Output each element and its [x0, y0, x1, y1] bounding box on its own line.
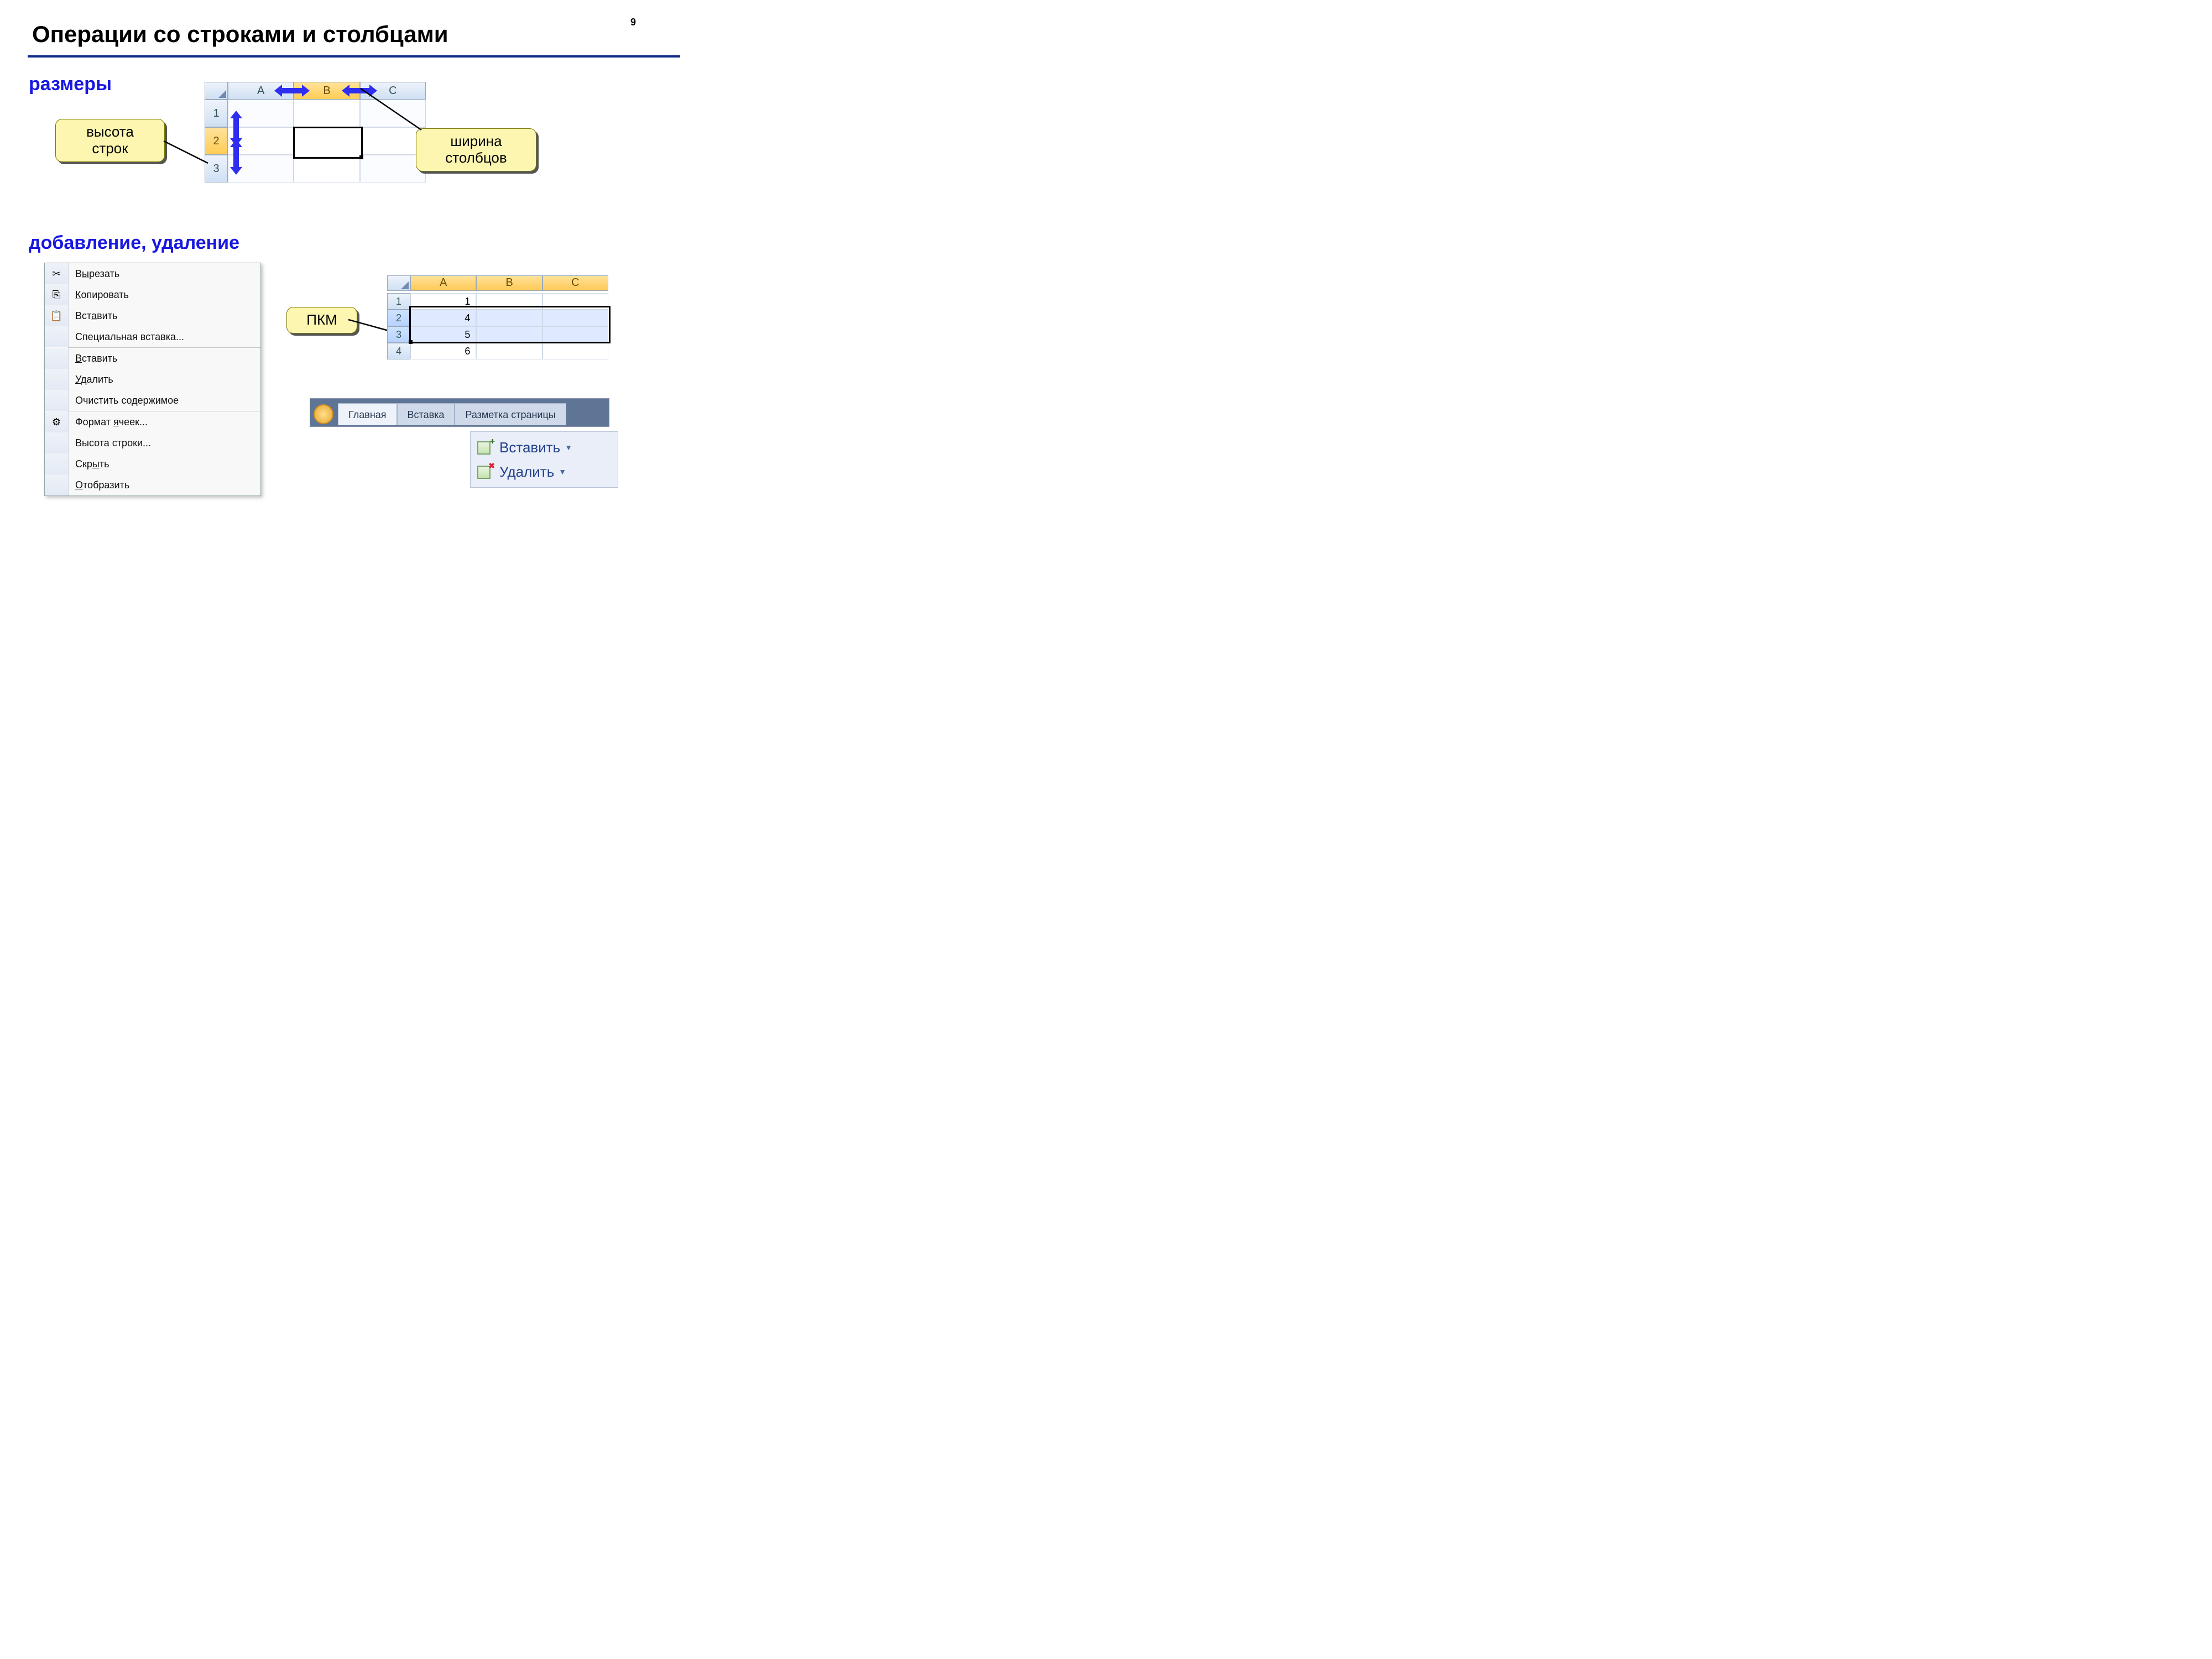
title-underline	[28, 55, 680, 58]
ribbon-tab[interactable]: Разметка страницы	[455, 403, 566, 425]
cell[interactable]	[542, 326, 608, 343]
context-menu-item[interactable]: ✂Вырезать	[45, 263, 260, 284]
cell[interactable]	[476, 343, 542, 359]
page-number: 9	[630, 17, 636, 28]
row-header[interactable]: 1	[387, 293, 410, 310]
context-menu-item[interactable]: 📋Вставить	[45, 305, 260, 326]
table-row: 24	[387, 310, 608, 326]
context-menu-item[interactable]: Специальная вставка...	[45, 326, 260, 347]
context-menu-item[interactable]: Скрыть	[45, 453, 260, 474]
cell[interactable]: 4	[410, 310, 476, 326]
context-menu-item[interactable]: Вставить	[45, 348, 260, 369]
col-header-b[interactable]: B	[476, 275, 542, 291]
format-icon: ⚙	[45, 411, 69, 432]
callout-col-width: ширинастолбцов	[416, 128, 536, 171]
ribbon-tab[interactable]: Вставка	[397, 403, 455, 425]
context-menu-label: Специальная вставка...	[69, 331, 184, 343]
row-header-1[interactable]: 1	[205, 100, 228, 127]
copy-icon: ⎘	[45, 284, 69, 305]
blank-icon	[45, 369, 69, 390]
context-menu-item[interactable]: Отобразить	[45, 474, 260, 495]
blank-icon	[45, 474, 69, 495]
insert-cells-icon	[475, 439, 494, 456]
blank-icon	[45, 432, 69, 453]
context-menu-label: Вырезать	[69, 268, 119, 280]
cell[interactable]	[542, 310, 608, 326]
cell[interactable]	[476, 326, 542, 343]
ribbon-insert-button[interactable]: Вставить ▼	[475, 435, 613, 460]
dropdown-icon: ▼	[559, 467, 566, 476]
ribbon-delete-label: Удалить	[499, 463, 554, 481]
context-menu-item[interactable]: ⚙Формат ячеек...	[45, 411, 260, 432]
cell[interactable]: 6	[410, 343, 476, 359]
ribbon-cells-group: Вставить ▼ Удалить ▼	[470, 431, 618, 488]
context-menu-label: Вставить	[69, 310, 117, 322]
dropdown-icon: ▼	[565, 443, 572, 452]
cell[interactable]	[542, 293, 608, 310]
context-menu-label: Формат ячеек...	[69, 416, 148, 428]
context-menu-label: Скрыть	[69, 458, 109, 470]
delete-cells-icon	[475, 463, 494, 480]
cell[interactable]	[476, 293, 542, 310]
callout-leader	[164, 135, 236, 174]
context-menu-label: Вставить	[69, 353, 117, 364]
ribbon-delete-button[interactable]: Удалить ▼	[475, 460, 613, 484]
page-title: Операции со строками и столбцами	[32, 21, 448, 48]
row-header[interactable]: 2	[387, 310, 410, 326]
context-menu-label: Копировать	[69, 289, 129, 301]
paste-icon: 📋	[45, 305, 69, 326]
context-menu-label: Высота строки...	[69, 437, 151, 449]
col-header-a[interactable]: A	[410, 275, 476, 291]
table-row: 35	[387, 326, 608, 343]
context-menu-label: Отобразить	[69, 479, 129, 491]
active-cell[interactable]	[293, 127, 363, 159]
context-menu-item[interactable]: ⎘Копировать	[45, 284, 260, 305]
cell[interactable]	[476, 310, 542, 326]
grid-add-delete: A B C 11243546	[387, 275, 608, 359]
select-all-corner[interactable]	[205, 82, 228, 100]
section-add-delete: добавление, удаление	[29, 232, 239, 254]
section-sizes: размеры	[29, 74, 112, 95]
cell[interactable]: 1	[410, 293, 476, 310]
row-header[interactable]: 3	[387, 326, 410, 343]
cell[interactable]	[294, 100, 359, 127]
callout-row-height: высотастрок	[55, 119, 165, 162]
blank-icon	[45, 453, 69, 474]
row-header[interactable]: 4	[387, 343, 410, 359]
blank-icon	[45, 390, 69, 411]
cell[interactable]	[542, 343, 608, 359]
cell[interactable]: 5	[410, 326, 476, 343]
blank-icon	[45, 326, 69, 347]
callout-rmb: ПКМ	[286, 307, 357, 333]
cell[interactable]	[294, 155, 359, 182]
cut-icon: ✂	[45, 263, 69, 284]
ribbon-tabs-bar: ГлавнаяВставкаРазметка страницы	[310, 398, 609, 427]
select-all-corner[interactable]	[387, 275, 410, 291]
ribbon-tab[interactable]: Главная	[338, 403, 397, 425]
context-menu-item[interactable]: Удалить	[45, 369, 260, 390]
callout-leader	[361, 88, 432, 144]
table-row: 11	[387, 293, 608, 310]
blank-icon	[45, 348, 69, 369]
context-menu-item[interactable]: Высота строки...	[45, 432, 260, 453]
col-header-c[interactable]: C	[542, 275, 608, 291]
table-row: 46	[387, 343, 608, 359]
office-button-icon[interactable]	[314, 404, 333, 424]
context-menu-label: Удалить	[69, 374, 113, 385]
context-menu-item[interactable]: Очистить содержимое	[45, 390, 260, 411]
ribbon-insert-label: Вставить	[499, 439, 560, 456]
resize-col-arrow-icon	[282, 85, 302, 97]
context-menu: ✂Вырезать⎘Копировать📋ВставитьСпециальная…	[44, 263, 261, 496]
context-menu-label: Очистить содержимое	[69, 395, 179, 406]
